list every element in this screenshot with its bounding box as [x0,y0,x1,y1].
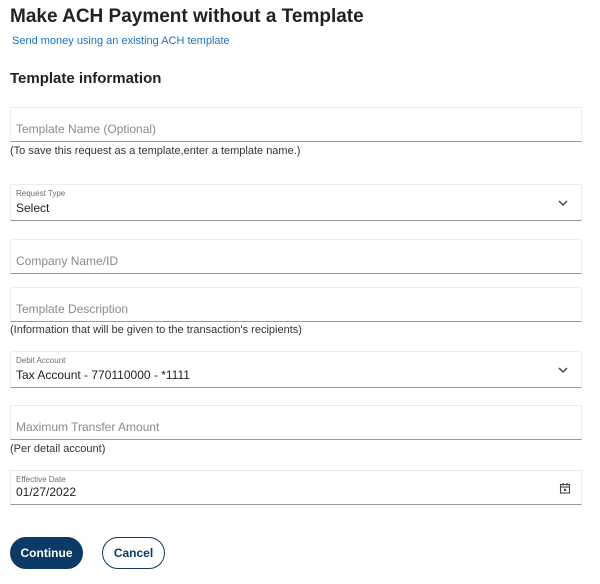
max-amount-helper: (Per detail account) [10,443,106,455]
request-type-value: Select [16,201,50,215]
section-title: Template information [10,70,162,87]
request-type-select[interactable]: Request Type Select [10,184,582,221]
effective-date-field[interactable]: Effective Date 01/27/2022 [10,470,582,505]
use-template-link[interactable]: Send money using an existing ACH templat… [12,35,230,47]
calendar-icon[interactable] [559,482,571,494]
cancel-button[interactable]: Cancel [102,537,165,569]
effective-date-label: Effective Date [16,475,66,484]
company-placeholder: Company Name/ID [16,254,119,268]
effective-date-value: 01/27/2022 [16,485,77,499]
max-amount-field[interactable]: Maximum Transfer Amount [10,405,582,440]
max-amount-placeholder: Maximum Transfer Amount [16,420,160,434]
continue-button[interactable]: Continue [10,537,83,569]
template-name-helper: (To save this request as a template,ente… [10,145,301,157]
template-description-helper: (Information that will be given to the t… [10,324,302,336]
page-title: Make ACH Payment without a Template [10,6,364,27]
template-name-placeholder: Template Name (Optional) [16,122,157,136]
debit-account-label: Debit Account [16,356,66,365]
chevron-down-icon[interactable] [557,364,569,376]
template-description-placeholder: Template Description [16,302,129,316]
debit-account-value: Tax Account - 770110000 - *1111 [16,368,190,382]
template-name-field[interactable]: Template Name (Optional) [10,107,582,142]
template-description-field[interactable]: Template Description [10,287,582,322]
company-field[interactable]: Company Name/ID [10,239,582,274]
request-type-label: Request Type [16,189,66,198]
debit-account-select[interactable]: Debit Account Tax Account - 770110000 - … [10,351,582,388]
chevron-down-icon[interactable] [557,197,569,209]
